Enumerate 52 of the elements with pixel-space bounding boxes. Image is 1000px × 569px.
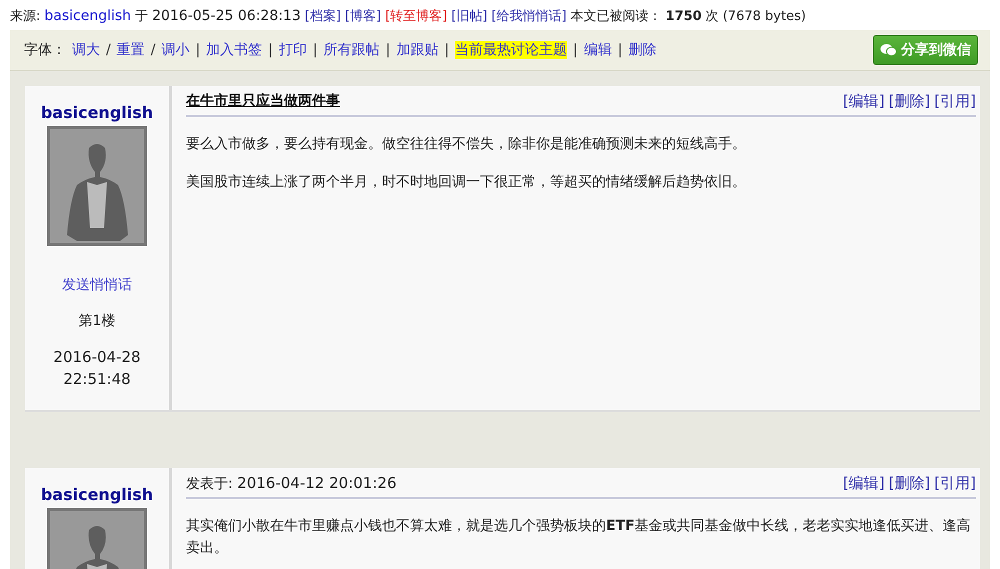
- floor-number: 第1楼: [78, 312, 116, 330]
- toolbar-link[interactable]: 调小: [161, 41, 190, 59]
- toolbar-link[interactable]: 打印: [278, 41, 307, 59]
- avatar-icon: [47, 126, 147, 246]
- header-link[interactable]: [博客]: [344, 7, 382, 25]
- header-link[interactable]: [旧帖]: [451, 7, 488, 25]
- font-label: 字体：: [24, 41, 66, 59]
- author-link[interactable]: basicenglish: [44, 8, 132, 24]
- source-label: 来源:: [10, 8, 40, 25]
- header-link[interactable]: [给我悄悄话]: [491, 7, 567, 25]
- post-paragraph: 其实俺们小散在牛市里赚点小钱也不算太难，就是选几个强势板块的ETF基金或共同基金做中长线，老老实实地逢低买进、逢高卖出。: [186, 517, 972, 558]
- separator: |: [618, 42, 622, 58]
- toolbar-link[interactable]: 调大: [72, 41, 100, 59]
- posted-label: 发表于:: [186, 476, 233, 492]
- toolbar-link[interactable]: 编辑: [584, 41, 612, 59]
- posted-datetime: 2016-04-12 20:01:26: [237, 474, 396, 492]
- chat-icon: [880, 43, 897, 57]
- read-label: 本文已被阅读：: [570, 8, 662, 25]
- byte-count: (7678 bytes): [722, 8, 806, 24]
- toolbar-link[interactable]: 加跟贴: [396, 41, 438, 59]
- toolbar-link[interactable]: 加入书签: [206, 41, 262, 59]
- at-label: 于: [135, 8, 148, 25]
- post-action-link[interactable]: [编辑]: [842, 474, 885, 493]
- separator: |: [268, 42, 273, 58]
- separator: |: [386, 42, 390, 58]
- separator: /: [150, 42, 156, 58]
- post-action-link[interactable]: [删除]: [888, 92, 930, 111]
- separator: |: [444, 42, 450, 58]
- post-paragraph: 美国股市连续上涨了两个半月，时不时地回调一下很正常，等超买的情绪缓解后趋势依旧。: [186, 173, 747, 192]
- separator: |: [573, 42, 578, 58]
- toolbar-link[interactable]: 所有跟帖: [324, 41, 380, 59]
- post-datetime: 2016-05-25 06:28:13: [152, 8, 301, 24]
- whisper-link[interactable]: 发送悄悄话: [62, 276, 132, 294]
- toolbar-link[interactable]: 重置: [116, 41, 145, 59]
- post-datetime: 2016-04-28 22:51:48: [53, 347, 141, 390]
- header-link[interactable]: [档案]: [304, 7, 341, 25]
- toolbar-link[interactable]: 删除: [628, 41, 656, 59]
- separator: |: [195, 42, 200, 58]
- separator: |: [312, 42, 318, 58]
- post-action-link[interactable]: [引用]: [934, 474, 976, 493]
- separator: /: [106, 42, 111, 58]
- author-link[interactable]: basicenglish: [40, 485, 154, 504]
- post-paragraph: 要么入市做多，要么持有现金。做空往往得不偿失，除非你是能准确预测未来的短线高手。: [186, 135, 747, 154]
- toolbar-link[interactable]: 当前最热讨论主题: [455, 41, 568, 59]
- post-action-link[interactable]: [删除]: [888, 474, 930, 493]
- post-action-link[interactable]: [引用]: [934, 92, 976, 111]
- read-count: 1750: [666, 8, 702, 24]
- post-action-link[interactable]: [编辑]: [842, 92, 885, 111]
- header-link[interactable]: [转至博客]: [385, 7, 448, 25]
- post-title: 在牛市里只应当做两件事: [186, 92, 340, 111]
- read-unit: 次: [706, 8, 719, 25]
- author-link[interactable]: basicenglish: [40, 103, 154, 122]
